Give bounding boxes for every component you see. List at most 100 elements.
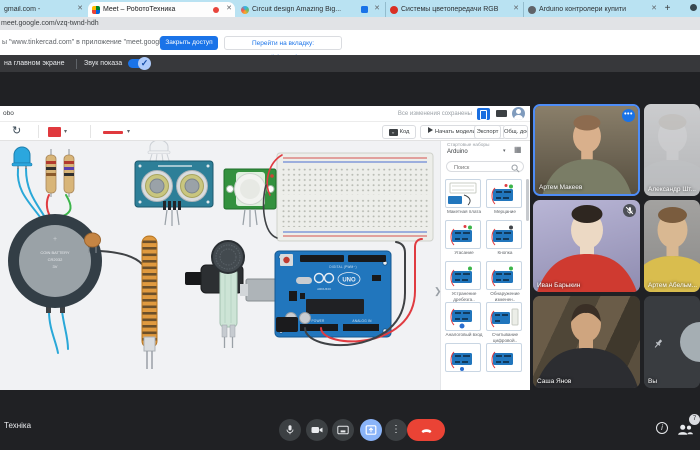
tab-close-icon[interactable]: ✕ bbox=[77, 5, 83, 13]
coin-battery-component[interactable]: + COIN BATTERY CR2032 3V bbox=[8, 214, 102, 313]
participant-name: Вы bbox=[648, 378, 657, 385]
info-button[interactable]: i bbox=[656, 422, 668, 434]
chevron-down-icon[interactable]: ▾ bbox=[127, 128, 130, 135]
resistor-component[interactable] bbox=[64, 149, 74, 197]
tab-title: Circuit design Amazing Big... bbox=[252, 6, 357, 13]
color-swatch[interactable] bbox=[48, 127, 61, 137]
components-panel: ❯ Стартовые наборы Arduino ▾ ▦ Макет bbox=[440, 141, 530, 390]
tab-close-icon[interactable]: ✕ bbox=[226, 5, 232, 13]
person-silhouette bbox=[644, 104, 700, 196]
force-sensor-component[interactable] bbox=[212, 241, 244, 348]
participant-tile[interactable]: Саша Янов bbox=[533, 296, 640, 388]
component-card[interactable] bbox=[445, 343, 483, 373]
search-input[interactable] bbox=[452, 163, 514, 172]
component-thumbnail bbox=[486, 261, 522, 290]
end-call-icon bbox=[420, 425, 433, 435]
site-favicon-icon bbox=[390, 6, 398, 14]
goto-tab-button[interactable]: Перейти на вкладку: www.tinkercad.com bbox=[224, 36, 342, 50]
participant-tile[interactable]: Александр Шт... bbox=[644, 104, 700, 196]
share-button[interactable]: Общ. дост.. bbox=[503, 125, 528, 139]
breadboard-component[interactable] bbox=[277, 153, 433, 241]
panel-scrollbar[interactable] bbox=[526, 179, 529, 221]
avatar[interactable] bbox=[512, 107, 525, 120]
component-card[interactable]: Обнаружение изменен.. bbox=[486, 261, 524, 302]
address-bar[interactable]: meet.google.com/vzq-twnd-hdh bbox=[0, 17, 700, 30]
component-thumbnail bbox=[445, 343, 481, 372]
person-silhouette bbox=[644, 200, 700, 292]
component-card[interactable]: Кнопка bbox=[486, 220, 524, 256]
component-thumbnail bbox=[445, 220, 481, 249]
code-button[interactable]: ‹›Код bbox=[382, 125, 416, 139]
tinkercad-favicon-icon bbox=[241, 6, 249, 14]
component-card[interactable]: Считывание цифровой.. bbox=[486, 302, 524, 343]
tab-close-icon[interactable]: ✕ bbox=[513, 5, 519, 13]
tab-rgb[interactable]: Системы цветопередачи RGB ✕ bbox=[385, 2, 522, 17]
tab-sharing-icon bbox=[361, 6, 368, 13]
participants-button[interactable] bbox=[677, 422, 693, 441]
more-options-button[interactable]: ⋮ bbox=[385, 419, 407, 441]
sound-toggle-knob[interactable]: ✓ bbox=[138, 57, 151, 70]
presenting-bar: на главном экране Звук показа ✓ bbox=[0, 55, 700, 72]
captions-button[interactable] bbox=[332, 419, 354, 441]
wire-style-swatch[interactable] bbox=[103, 131, 123, 134]
ultrasonic-sensor-component[interactable] bbox=[135, 161, 213, 226]
end-call-button[interactable] bbox=[407, 419, 445, 441]
component-card[interactable]: Аналоговый вход bbox=[445, 302, 483, 338]
component-thumbnail bbox=[486, 179, 522, 208]
browser-profile-icon[interactable] bbox=[690, 4, 697, 11]
tile-menu-button[interactable]: ••• bbox=[622, 109, 635, 122]
component-thumbnail bbox=[486, 343, 522, 372]
tinkercad-header: obo Все изменения сохранены bbox=[0, 106, 530, 121]
tab-meet-active[interactable]: Meet – РоботоТехника ✕ bbox=[88, 2, 235, 17]
flex-sensor-component[interactable] bbox=[142, 236, 157, 369]
chevron-down-icon[interactable]: ▾ bbox=[64, 128, 67, 135]
export-button[interactable]: Экспорт bbox=[474, 125, 501, 139]
screen: gmail.com - ✕ Meet – РоботоТехника ✕ Cir… bbox=[0, 0, 700, 450]
presenting-icon bbox=[365, 424, 377, 436]
svg-text:+: + bbox=[53, 236, 57, 243]
tab-close-icon[interactable]: ✕ bbox=[374, 5, 380, 13]
self-tile[interactable]: Вы bbox=[644, 296, 700, 388]
kit-select[interactable]: Arduino bbox=[447, 149, 468, 155]
panel-collapse-icon[interactable]: ❯ bbox=[434, 286, 442, 297]
component-card[interactable]: Мерцание bbox=[486, 179, 524, 215]
participant-tile[interactable]: Артем Абельм... bbox=[644, 200, 700, 292]
participant-name: Артем Макеев bbox=[539, 184, 582, 191]
person-silhouette bbox=[533, 296, 640, 388]
camera-button[interactable] bbox=[306, 419, 328, 441]
code-icon: ‹› bbox=[389, 129, 398, 136]
project-name[interactable]: obo bbox=[3, 110, 14, 117]
participant-tile[interactable]: ••• Артем Макеев bbox=[533, 104, 640, 196]
participants-grid: ••• Артем Макеев Александр Шт... bbox=[533, 104, 700, 388]
participant-tile[interactable]: Иван Барыкин bbox=[533, 200, 640, 292]
component-thumbnail bbox=[486, 220, 522, 249]
new-tab-button[interactable]: + bbox=[661, 2, 674, 15]
component-thumbnail bbox=[445, 302, 481, 331]
component-card[interactable]: Макетная плата bbox=[445, 179, 483, 215]
stop-sharing-button[interactable]: Закрыть доступ bbox=[160, 36, 218, 50]
blue-led-component[interactable] bbox=[12, 147, 32, 169]
component-card[interactable]: Угасание bbox=[445, 220, 483, 256]
rotate-icon[interactable]: ↻ bbox=[12, 124, 21, 137]
chevron-down-icon[interactable]: ▾ bbox=[503, 148, 506, 154]
tab-tinkercad[interactable]: Circuit design Amazing Big... ✕ bbox=[237, 2, 383, 17]
tab-gmail[interactable]: gmail.com - ✕ bbox=[0, 2, 86, 17]
circuit-canvas[interactable]: + COIN BATTERY CR2032 3V bbox=[0, 141, 440, 390]
resistor-component[interactable] bbox=[46, 149, 56, 197]
sharing-notice-bar: ы "www.tinkercad.com" в приложение "meet… bbox=[0, 30, 700, 56]
tab-arduino[interactable]: Arduino контролери купити ✕ bbox=[523, 2, 660, 17]
tab-close-icon[interactable]: ✕ bbox=[651, 5, 657, 13]
keyboard-icon[interactable] bbox=[496, 110, 507, 117]
component-search[interactable] bbox=[446, 161, 524, 172]
mobile-preview-button[interactable] bbox=[477, 108, 490, 120]
arduino-uno-component[interactable]: DIGITAL (PWM~) UNO ARDUINO POWER bbox=[240, 251, 391, 337]
stop-presenting-button[interactable] bbox=[360, 419, 382, 441]
meet-control-bar: Техніка bbox=[0, 393, 700, 450]
avatar-head bbox=[516, 109, 521, 114]
grid-view-icon[interactable]: ▦ bbox=[514, 145, 522, 155]
mic-button[interactable] bbox=[279, 419, 301, 441]
component-card[interactable] bbox=[486, 343, 524, 373]
component-card[interactable]: Устранение дребезга.. bbox=[445, 261, 483, 302]
svg-text:ANALOG IN: ANALOG IN bbox=[352, 319, 372, 323]
participant-name: Саша Янов bbox=[537, 378, 571, 385]
